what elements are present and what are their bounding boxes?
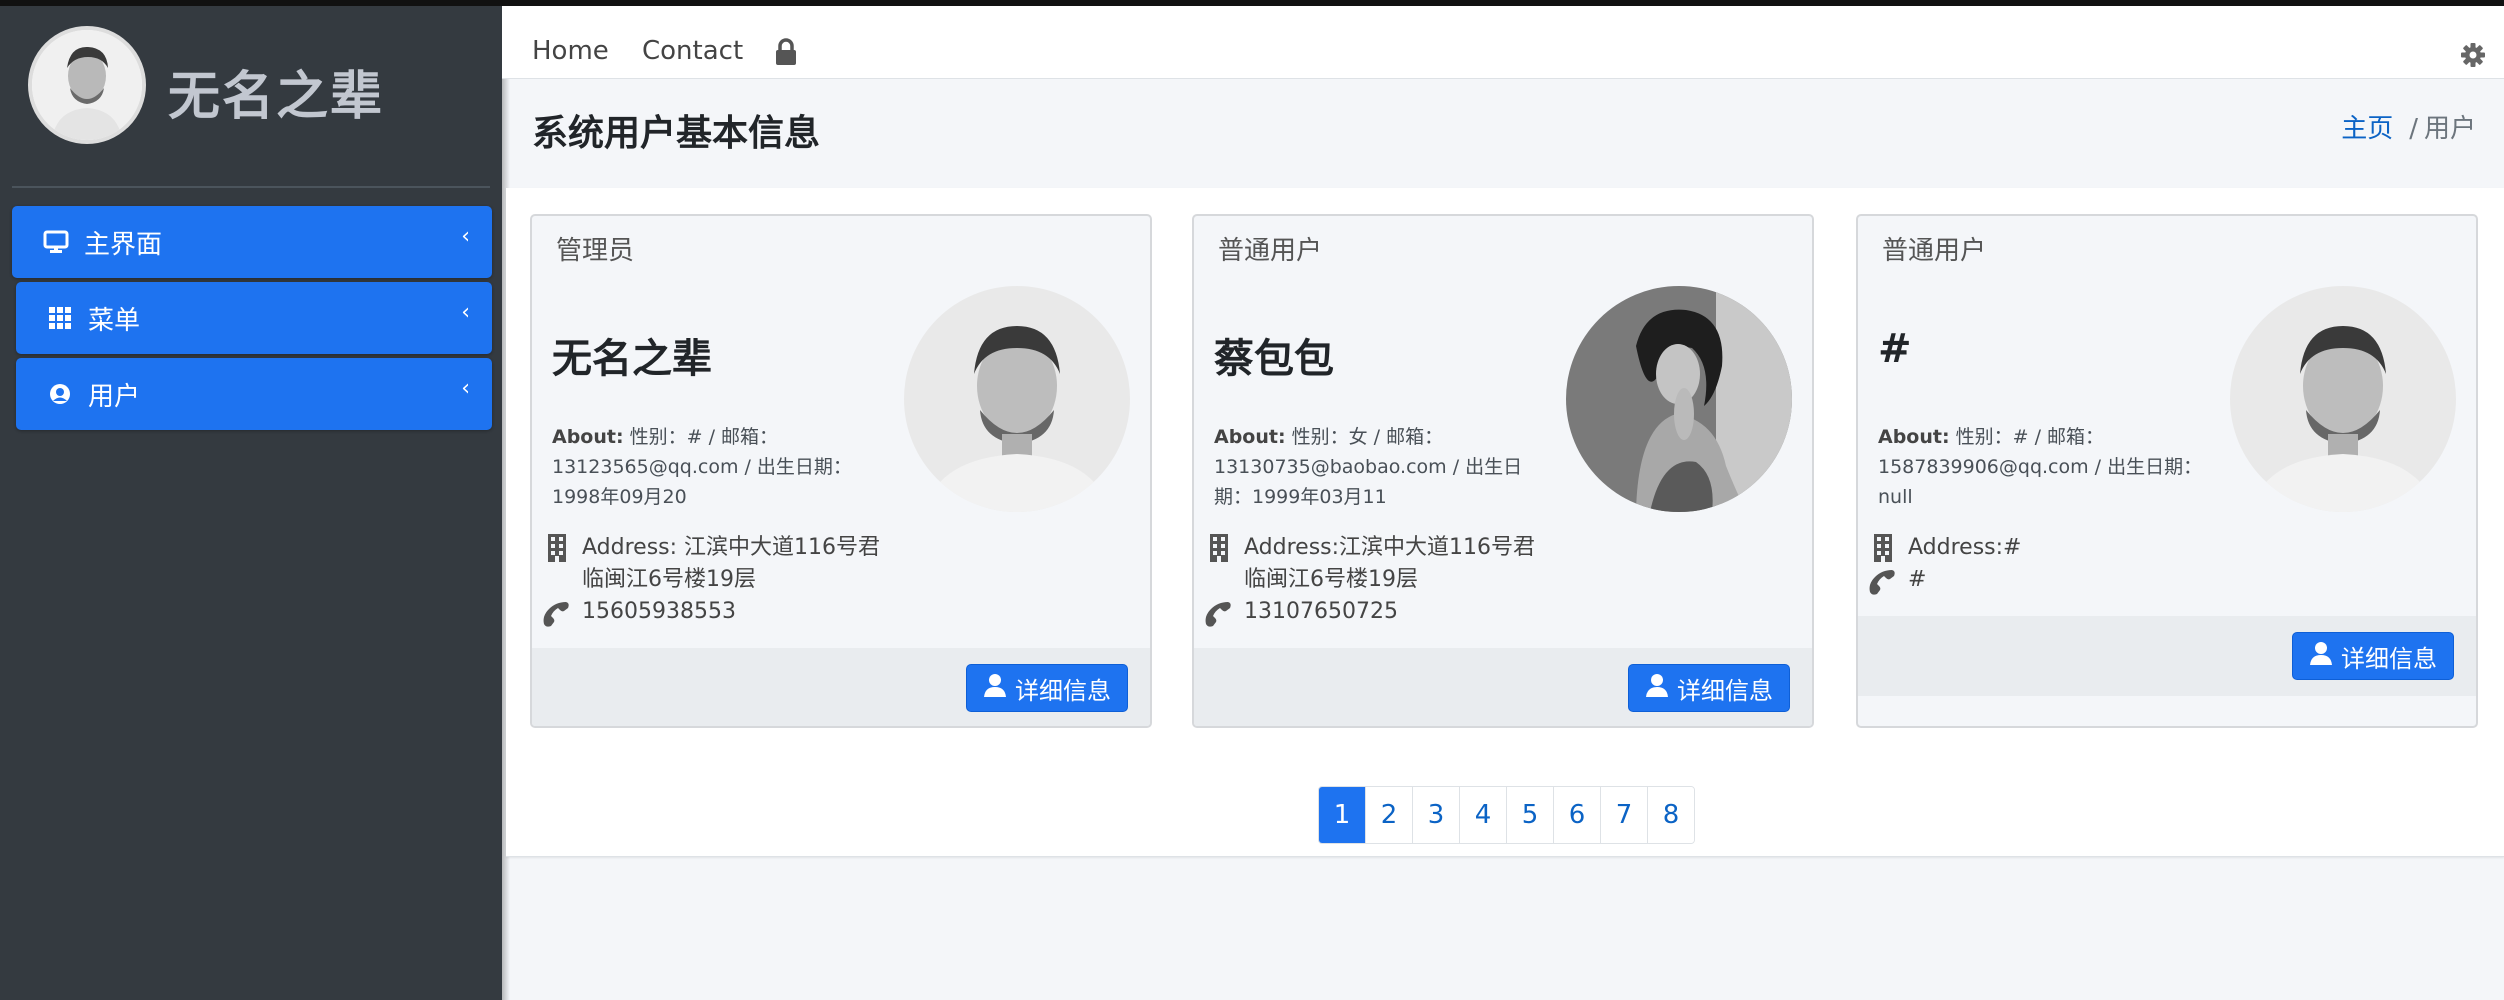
nav-contact-link[interactable]: Contact [642, 36, 743, 66]
grid-icon [44, 307, 76, 329]
sidebar-item-label: 菜单 [88, 305, 141, 336]
page-title: 系统用户基本信息 [532, 113, 821, 154]
user-phone: # [1908, 567, 1927, 592]
view-details-label: 详细信息 [1015, 676, 1111, 705]
view-details-button[interactable]: 详细信息 [966, 664, 1128, 712]
breadcrumb-separator: / [2409, 114, 2418, 144]
user-icon [983, 673, 1007, 703]
phone-icon [542, 602, 570, 638]
user-about: About: 性别：# / 邮箱：1587839906@qq.com / 出生日… [1878, 422, 2208, 512]
user-name: # [1878, 326, 1912, 372]
chevron-left-icon: ‹ [461, 300, 470, 325]
view-details-button[interactable]: 详细信息 [1628, 664, 1790, 712]
page-link[interactable]: 4 [1459, 787, 1506, 843]
breadcrumb-home-link[interactable]: 主页 [2341, 114, 2393, 144]
page-link[interactable]: 8 [1647, 787, 1694, 843]
user-name: 蔡包包 [1214, 336, 1334, 382]
desktop-icon [40, 230, 72, 254]
brand[interactable]: 无名之辈 [28, 26, 498, 156]
gear-icon[interactable] [2460, 42, 2486, 72]
pagination: 1 2 3 4 5 6 7 8 [1318, 786, 1695, 844]
sidebar-item-users[interactable]: 用户 ‹ [16, 358, 492, 430]
user-contact: Address: 江滨中大道116号君临闽江6号楼19层 15605938553 [543, 532, 886, 628]
sidebar: 无名之辈 主界面 ‹ 菜单 ‹ 用户 ‹ [0, 6, 502, 1000]
page-link[interactable]: 7 [1600, 787, 1647, 843]
breadcrumb: 主页 / 用户 [2341, 108, 2476, 145]
about-label: About: [552, 426, 624, 448]
page-link[interactable]: 2 [1365, 787, 1412, 843]
about-label: About: [1878, 426, 1950, 448]
user-name: 无名之辈 [552, 336, 712, 382]
user-card: 普通用户 # About: 性别：# / 邮箱：1587839906@qq.co… [1856, 214, 2478, 728]
user-card: 管理员 无名之辈 About: 性别：# / 邮箱：13123565@qq.co… [530, 214, 1152, 728]
sidebar-divider [12, 186, 490, 188]
user-contact: Address:# # [1869, 532, 2212, 596]
user-contact: Address:江滨中大道116号君临闽江6号楼19层 13107650725 [1205, 532, 1548, 628]
user-circle-icon [44, 383, 76, 405]
user-address: Address: 江滨中大道116号君临闽江6号楼19层 [582, 535, 881, 592]
user-about: About: 性别：# / 邮箱：13123565@qq.com / 出生日期：… [552, 422, 882, 512]
phone-icon [1868, 570, 1896, 606]
user-photo [2230, 286, 2456, 512]
user-phone: 15605938553 [582, 599, 736, 624]
user-photo [904, 286, 1130, 512]
user-address: Address:# [1908, 535, 2022, 560]
building-icon [546, 534, 568, 572]
top-navbar: Home Contact [502, 6, 2504, 79]
user-about: About: 性别：女 / 邮箱：13130735@baobao.com / 出… [1214, 422, 1544, 512]
view-details-label: 详细信息 [1677, 676, 1773, 705]
user-list-panel: 管理员 无名之辈 About: 性别：# / 邮箱：13123565@qq.co… [506, 188, 2504, 857]
user-icon [1645, 673, 1669, 703]
user-icon [2309, 641, 2333, 671]
card-footer: 详细信息 [1194, 648, 1812, 726]
window-top-edge [0, 0, 2504, 6]
view-details-label: 详细信息 [2341, 644, 2437, 673]
about-label: About: [1214, 426, 1286, 448]
user-photo [1566, 286, 1792, 512]
user-role: 普通用户 [1218, 236, 1323, 266]
building-icon [1208, 534, 1230, 572]
page-link[interactable]: 3 [1412, 787, 1459, 843]
avatar [28, 26, 146, 144]
user-role: 管理员 [556, 236, 635, 266]
phone-icon [1204, 602, 1232, 638]
sidebar-nav: 主界面 ‹ 菜单 ‹ 用户 ‹ [12, 206, 492, 434]
user-phone: 13107650725 [1244, 599, 1398, 624]
card-footer: 详细信息 [532, 648, 1150, 726]
breadcrumb-current: 用户 [2423, 114, 2476, 144]
sidebar-item-label: 用户 [88, 381, 141, 412]
brand-name: 无名之辈 [168, 67, 385, 127]
view-details-button[interactable]: 详细信息 [2292, 632, 2454, 680]
sidebar-item-dashboard[interactable]: 主界面 ‹ [12, 206, 492, 278]
sidebar-item-label: 主界面 [84, 229, 163, 260]
user-role: 普通用户 [1882, 236, 1987, 266]
card-footer: 详细信息 [1858, 616, 2476, 696]
page-link[interactable]: 1 [1319, 787, 1365, 843]
page-link[interactable]: 5 [1506, 787, 1553, 843]
user-address: Address:江滨中大道116号君临闽江6号楼19层 [1244, 535, 1536, 592]
chevron-left-icon: ‹ [461, 224, 470, 249]
lock-icon[interactable] [774, 38, 798, 70]
sidebar-item-menu[interactable]: 菜单 ‹ [16, 282, 492, 354]
page-link[interactable]: 6 [1553, 787, 1600, 843]
user-card: 普通用户 蔡包包 About: 性别：女 / 邮箱：13130735@baoba… [1192, 214, 1814, 728]
nav-home-link[interactable]: Home [532, 36, 609, 66]
chevron-left-icon: ‹ [461, 376, 470, 401]
